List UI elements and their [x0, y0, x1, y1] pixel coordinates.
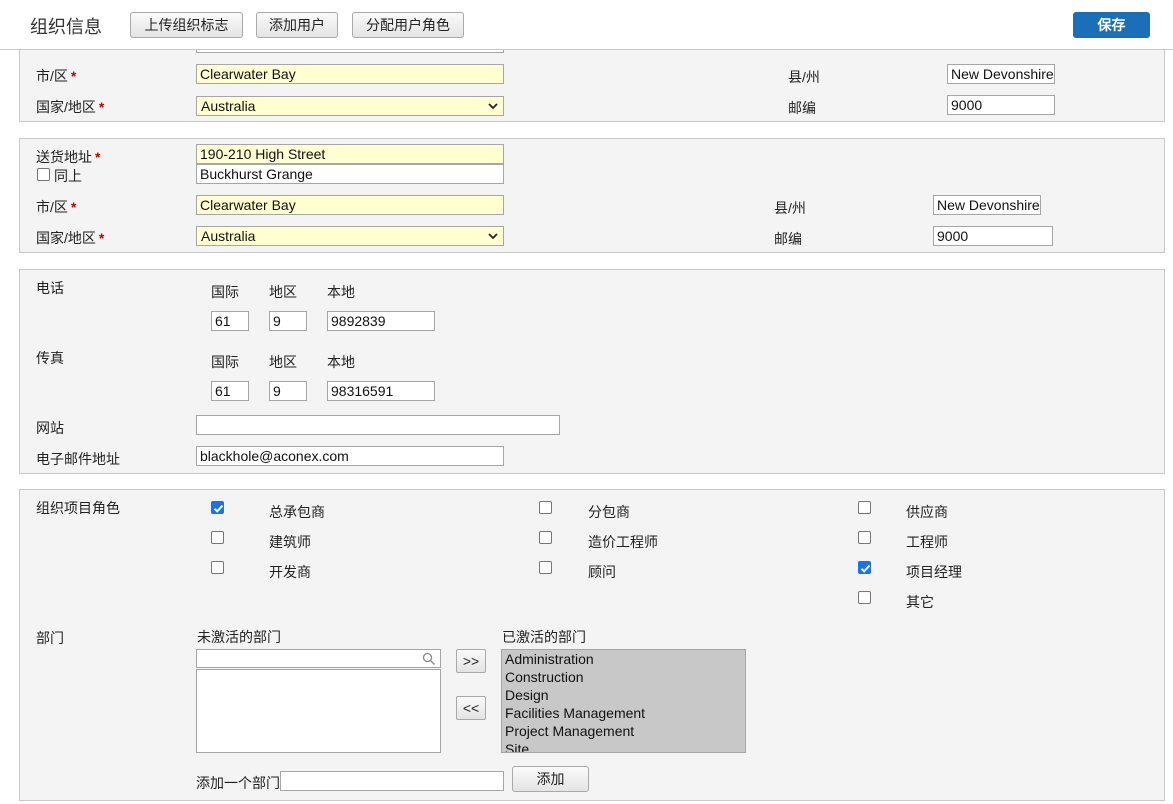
- role-checkbox-supplier[interactable]: [858, 501, 871, 514]
- postal-country-select[interactable]: Australia: [196, 96, 504, 116]
- same-as-above-checkbox[interactable]: [37, 168, 50, 181]
- role-checkbox-consultant[interactable]: [539, 561, 552, 574]
- postal-city-label: 市/区 *: [36, 68, 77, 84]
- delivery-address-panel: 送货地址 * 190-210 High Street 同上 Buckhurst G…: [19, 138, 1165, 253]
- role-label-supplier: 供应商: [906, 504, 948, 520]
- assign-roles-button[interactable]: 分配用户角色: [352, 12, 464, 38]
- list-item[interactable]: Design: [502, 686, 745, 704]
- postal-state-label: 县/州: [788, 69, 820, 85]
- role-label-project-manager: 项目经理: [906, 564, 962, 580]
- list-item[interactable]: Administration: [502, 650, 745, 668]
- delivery-country-label: 国家/地区 *: [36, 230, 105, 246]
- save-button[interactable]: 保存: [1073, 12, 1150, 38]
- list-item[interactable]: Site: [502, 740, 745, 752]
- phone-local-field[interactable]: 9892839: [327, 311, 435, 331]
- role-checkbox-engineer[interactable]: [858, 531, 871, 544]
- list-item[interactable]: Facilities Management: [502, 704, 745, 722]
- fax-area-label: 地区: [269, 354, 297, 370]
- department-search-input[interactable]: [196, 649, 441, 668]
- delivery-city-label: 市/区 *: [36, 199, 77, 215]
- list-item[interactable]: Project Management: [502, 722, 745, 740]
- page-title: 组织信息: [30, 17, 102, 37]
- roles-departments-panel: 组织项目角色 总承包商 分包商 供应商 建筑师 造价工程师 工程师 开发商 顾问…: [19, 489, 1165, 801]
- list-item[interactable]: Construction: [502, 668, 745, 686]
- add-user-button[interactable]: 添加用户: [256, 12, 338, 38]
- role-label-developer: 开发商: [269, 564, 311, 580]
- add-department-label: 添加一个部门: [196, 775, 280, 791]
- delivery-country-select[interactable]: Australia: [196, 226, 504, 246]
- fax-label: 传真: [36, 350, 64, 366]
- role-label-cost-engineer: 造价工程师: [588, 534, 658, 550]
- departments-label: 部门: [36, 630, 64, 646]
- postal-postcode-label: 邮编: [788, 100, 816, 116]
- phone-area-label: 地区: [269, 284, 297, 300]
- contact-panel: 电话 国际 地区 本地 61 9 9892839 传真 国际 地区 本地 61 …: [19, 269, 1165, 474]
- active-departments-list[interactable]: Administration Construction Design Facil…: [501, 649, 746, 753]
- phone-local-label: 本地: [327, 284, 355, 300]
- delivery-line1-field[interactable]: 190-210 High Street: [196, 144, 504, 164]
- phone-intl-field[interactable]: 61: [211, 311, 249, 331]
- add-department-button[interactable]: 添加: [512, 766, 589, 792]
- phone-label: 电话: [36, 280, 64, 296]
- role-checkbox-other[interactable]: [858, 591, 871, 604]
- delivery-postcode-field[interactable]: 9000: [933, 226, 1053, 246]
- role-checkbox-architect[interactable]: [211, 531, 224, 544]
- search-icon: [422, 652, 435, 665]
- activate-department-button[interactable]: >>: [456, 649, 486, 673]
- inactive-departments-list[interactable]: [196, 669, 441, 753]
- fax-intl-field[interactable]: 61: [211, 381, 249, 401]
- delivery-postcode-label: 邮编: [774, 231, 802, 247]
- role-label-consultant: 顾问: [588, 564, 616, 580]
- postal-state-field[interactable]: New Devonshire: [947, 64, 1055, 84]
- delivery-line2-field[interactable]: Buckhurst Grange: [196, 164, 504, 184]
- postal-country-label: 国家/地区 *: [36, 99, 105, 115]
- inactive-departments-label: 未激活的部门: [197, 629, 281, 645]
- fax-local-field[interactable]: 98316591: [327, 381, 435, 401]
- chevron-down-icon: [488, 233, 498, 240]
- role-label-subcontractor: 分包商: [588, 504, 630, 520]
- fax-local-label: 本地: [327, 354, 355, 370]
- chevron-down-icon: [488, 103, 498, 110]
- add-department-field[interactable]: [280, 771, 504, 791]
- email-field[interactable]: blackhole@aconex.com: [196, 446, 504, 466]
- fax-area-field[interactable]: 9: [269, 381, 307, 401]
- upload-logo-button[interactable]: 上传组织标志: [130, 12, 243, 38]
- delivery-city-field[interactable]: Clearwater Bay: [196, 195, 504, 215]
- same-as-above-label: 同上: [54, 168, 82, 184]
- role-checkbox-cost-engineer[interactable]: [539, 531, 552, 544]
- checkmark-icon: [213, 504, 224, 513]
- phone-intl-label: 国际: [211, 284, 239, 300]
- role-label-engineer: 工程师: [906, 534, 948, 550]
- role-label-general-contractor: 总承包商: [269, 504, 325, 520]
- email-label: 电子邮件地址: [36, 451, 120, 467]
- role-label-architect: 建筑师: [269, 534, 311, 550]
- delivery-state-field[interactable]: New Devonshire: [933, 195, 1041, 215]
- delivery-address-label: 送货地址 *: [36, 149, 101, 165]
- delivery-state-label: 县/州: [774, 200, 806, 216]
- checkmark-icon: [860, 564, 871, 573]
- project-roles-label: 组织项目角色: [36, 500, 120, 516]
- deactivate-department-button[interactable]: <<: [456, 696, 486, 720]
- postal-city-field[interactable]: Clearwater Bay: [196, 64, 504, 84]
- fax-intl-label: 国际: [211, 354, 239, 370]
- postal-postcode-field[interactable]: 9000: [947, 95, 1055, 115]
- active-departments-label: 已激活的部门: [502, 629, 586, 645]
- role-checkbox-project-manager[interactable]: [858, 561, 871, 574]
- page-header: 组织信息 上传组织标志 添加用户 分配用户角色 保存: [0, 0, 1173, 50]
- website-label: 网站: [36, 420, 64, 436]
- role-checkbox-subcontractor[interactable]: [539, 501, 552, 514]
- role-checkbox-general-contractor[interactable]: [211, 501, 224, 514]
- website-field[interactable]: [196, 415, 560, 435]
- role-label-other: 其它: [906, 594, 934, 610]
- role-checkbox-developer[interactable]: [211, 561, 224, 574]
- phone-area-field[interactable]: 9: [269, 311, 307, 331]
